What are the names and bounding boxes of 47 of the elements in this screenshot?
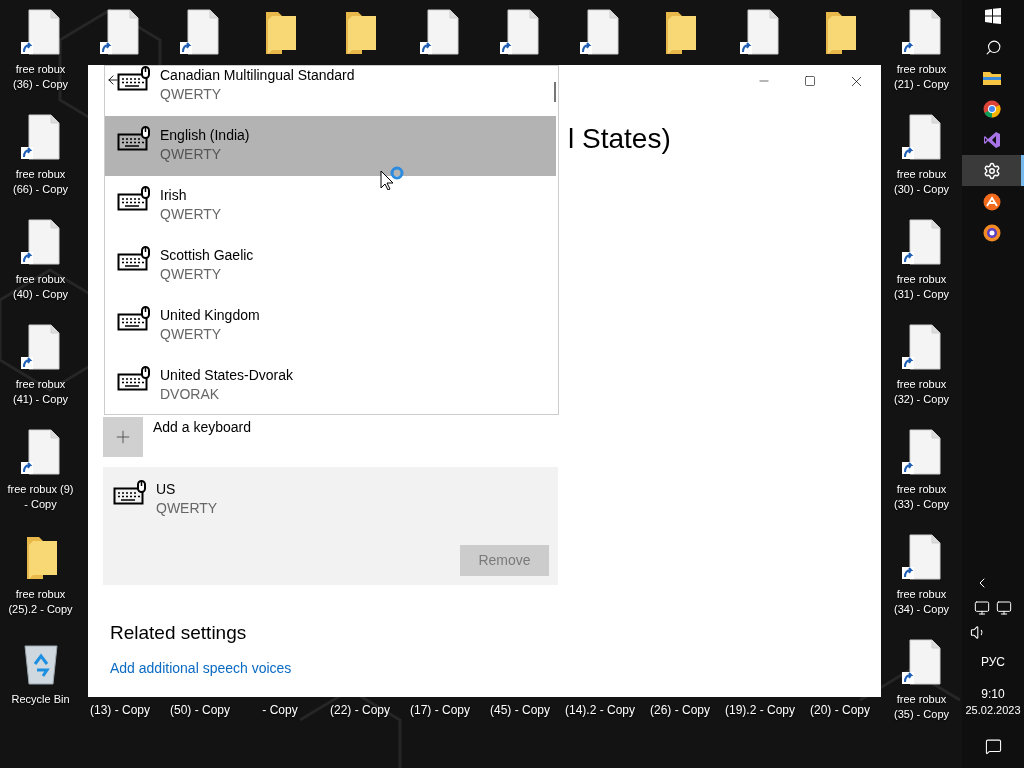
desktop-icon-label[interactable]: (26) - Copy: [650, 703, 710, 718]
desktop-icon-label[interactable]: free robux (31) - Copy: [886, 272, 957, 302]
desktop-icon-label[interactable]: free robux (36) - Copy: [5, 62, 76, 92]
desktop-icon-label[interactable]: (20) - Copy: [810, 703, 870, 718]
desktop-icon-label[interactable]: free robux (21) - Copy: [886, 62, 957, 92]
keyboard-name: US: [156, 480, 177, 499]
keyboard-name: United States-Dvorak: [160, 366, 294, 385]
keyboard-option[interactable]: English (India) QWERTY: [105, 116, 556, 176]
desktop-icon-label[interactable]: - Copy: [262, 703, 298, 718]
keyboard-name: Scottish Gaelic: [160, 246, 254, 265]
desktop-icon-label[interactable]: (13) - Copy: [90, 703, 150, 718]
add-keyboard-label[interactable]: Add a keyboard: [153, 417, 252, 437]
desktop-icon-label[interactable]: (45) - Copy: [490, 703, 550, 718]
keyboard-name: Irish: [160, 186, 188, 205]
desktop-icon-label[interactable]: free robux (66) - Copy: [5, 167, 76, 197]
keyboard-name: Canadian Multilingual Standard: [160, 66, 355, 85]
keyboard-layout: QWERTY: [160, 325, 223, 344]
desktop-icon-label[interactable]: free robux (41) - Copy: [5, 377, 76, 407]
keyboard-name: United Kingdom: [160, 306, 260, 325]
keyboard-layout: QWERTY: [156, 499, 218, 518]
desktop-icon-label[interactable]: (14).2 - Copy: [565, 703, 635, 718]
desktop-icon-label[interactable]: (50) - Copy: [170, 703, 230, 718]
keyboard-layout: DVORAK: [160, 385, 221, 404]
keyboard-layout: QWERTY: [160, 85, 223, 104]
desktop-icon-label[interactable]: free robux (34) - Copy: [886, 587, 957, 617]
desktop-icon-label[interactable]: (19).2 - Copy: [725, 703, 795, 718]
keyboard-layout: QWERTY: [160, 205, 222, 224]
desktop-icon-label[interactable]: (22) - Copy: [330, 703, 390, 718]
desktop-icon-label[interactable]: free robux (9) - Copy: [5, 482, 76, 512]
speech-voices-link[interactable]: Add additional speech voices: [110, 657, 292, 679]
time-text: 9:10: [981, 686, 1005, 702]
desktop-icon-label[interactable]: free robux (40) - Copy: [5, 272, 76, 302]
desktop-icon-label[interactable]: free robux (25).2 - Copy: [5, 587, 76, 617]
keyboard-layout: QWERTY: [160, 145, 223, 164]
desktop-icon-label[interactable]: free robux (30) - Copy: [886, 167, 957, 197]
desktop-icon-label[interactable]: (17) - Copy: [410, 703, 470, 718]
desktop-icon-label[interactable]: free robux (32) - Copy: [886, 377, 957, 407]
keyboard-name: English (India): [160, 126, 250, 145]
desktop-icon-label[interactable]: Recycle Bin: [11, 692, 70, 707]
section-heading: Related settings: [110, 621, 248, 645]
date-text: 25.02.2023: [965, 703, 1021, 718]
desktop-icon-label[interactable]: free robux (35) - Copy: [886, 692, 957, 722]
clock[interactable]: 9:10 25.02.2023: [962, 680, 1024, 724]
keyboard-layout: QWERTY: [160, 265, 223, 284]
language-indicator[interactable]: РУС: [962, 644, 1024, 680]
page-title: l States): [568, 123, 671, 154]
desktop-icon-label[interactable]: free robux (33) - Copy: [886, 482, 957, 512]
